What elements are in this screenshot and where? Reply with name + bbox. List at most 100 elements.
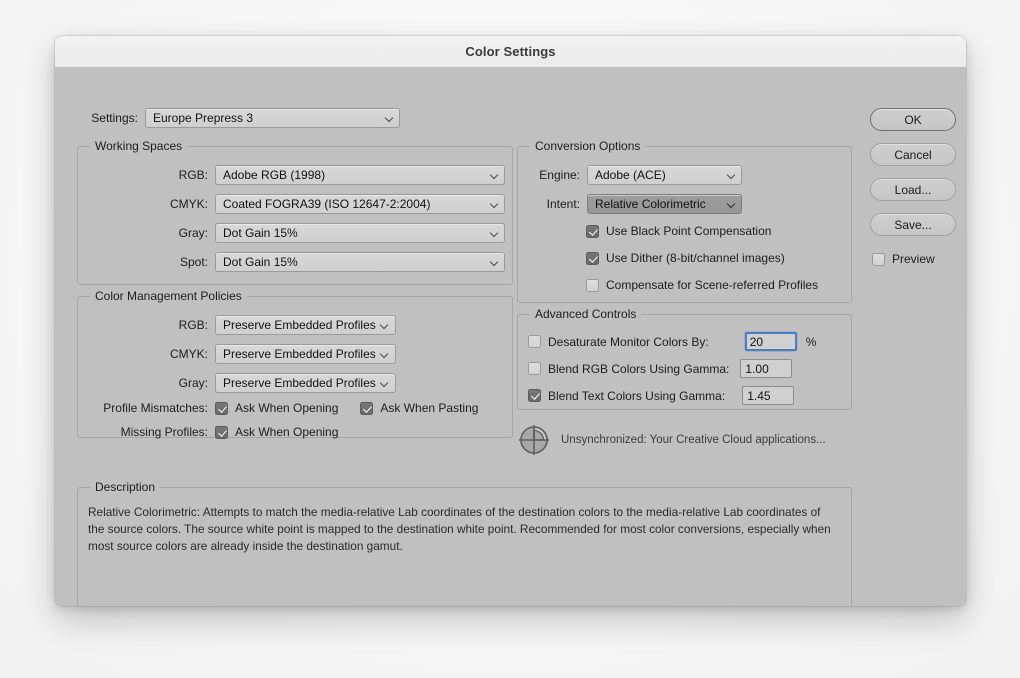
checkbox-checked-icon — [215, 402, 228, 415]
profile-mismatches-ask-opening-label: Ask When Opening — [235, 401, 338, 415]
desaturate-value-input[interactable] — [745, 332, 797, 351]
cancel-button[interactable]: Cancel — [870, 143, 956, 166]
missing-profiles-ask-opening-label: Ask When Opening — [235, 425, 338, 439]
policies-row-cmyk: CMYK: Preserve Embedded Profiles — [96, 344, 396, 364]
settings-row: Settings: Europe Prepress 3 — [82, 108, 400, 128]
profile-mismatches-row: Profile Mismatches: Ask When Opening Ask… — [96, 401, 478, 415]
window-title: Color Settings — [465, 44, 555, 59]
chevron-down-icon — [385, 114, 393, 122]
missing-profiles-label: Missing Profiles: — [96, 425, 208, 439]
desaturate-unit-label: % — [806, 335, 817, 349]
working-spaces-spot-dropdown[interactable]: Dot Gain 15% — [215, 252, 505, 272]
blend-text-gamma-input[interactable] — [742, 386, 794, 405]
load-button[interactable]: Load... — [870, 178, 956, 201]
description-title: Description — [90, 480, 160, 494]
window-titlebar[interactable]: Color Settings — [55, 36, 966, 68]
use-dither-checkbox[interactable]: Use Dither (8-bit/channel images) — [586, 251, 785, 265]
engine-value: Adobe (ACE) — [595, 168, 666, 182]
blend-text-row: Blend Text Colors Using Gamma: — [528, 386, 794, 405]
advanced-controls-title: Advanced Controls — [530, 307, 641, 321]
chevron-down-icon — [727, 171, 735, 179]
color-settings-dialog: Color Settings Settings: Europe Prepress… — [55, 36, 966, 606]
use-dither-label: Use Dither (8-bit/channel images) — [606, 251, 785, 265]
black-point-compensation-row: Use Black Point Compensation — [586, 224, 771, 238]
working-spaces-rgb-label: RGB: — [96, 168, 208, 182]
ok-button[interactable]: OK — [870, 108, 956, 131]
conversion-options-title: Conversion Options — [530, 139, 645, 153]
description-text: Relative Colorimetric: Attempts to match… — [88, 504, 836, 555]
checkbox-checked-icon — [586, 252, 599, 265]
color-sync-icon — [517, 423, 551, 457]
blend-text-gamma-checkbox[interactable]: Blend Text Colors Using Gamma: — [528, 389, 725, 403]
checkbox-checked-icon — [215, 426, 228, 439]
policies-rgb-dropdown[interactable]: Preserve Embedded Profiles — [215, 315, 396, 335]
working-spaces-cmyk-dropdown[interactable]: Coated FOGRA39 (ISO 12647-2:2004) — [215, 194, 505, 214]
policies-cmyk-label: CMYK: — [96, 347, 208, 361]
working-spaces-gray-value: Dot Gain 15% — [223, 226, 298, 240]
checkbox-checked-icon — [360, 402, 373, 415]
working-spaces-spot-value: Dot Gain 15% — [223, 255, 298, 269]
working-spaces-gray-dropdown[interactable]: Dot Gain 15% — [215, 223, 505, 243]
dialog-buttons: OK Cancel Load... Save... Preview — [870, 108, 960, 271]
sync-status-text: Unsynchronized: Your Creative Cloud appl… — [561, 434, 826, 446]
checkbox-unchecked-icon — [528, 362, 541, 375]
working-spaces-title: Working Spaces — [90, 139, 187, 153]
policies-cmyk-dropdown[interactable]: Preserve Embedded Profiles — [215, 344, 396, 364]
checkbox-unchecked-icon — [872, 253, 885, 266]
profile-mismatches-label: Profile Mismatches: — [96, 401, 208, 415]
policies-cmyk-value: Preserve Embedded Profiles — [223, 347, 376, 361]
working-spaces-rgb-dropdown[interactable]: Adobe RGB (1998) — [215, 165, 505, 185]
intent-value: Relative Colorimetric — [595, 197, 706, 211]
policies-row-gray: Gray: Preserve Embedded Profiles — [96, 373, 396, 393]
chevron-down-icon — [490, 200, 498, 208]
missing-profiles-row: Missing Profiles: Ask When Opening — [96, 425, 338, 439]
desaturate-row: Desaturate Monitor Colors By: % — [528, 332, 816, 351]
conversion-intent-row: Intent: Relative Colorimetric — [530, 194, 742, 214]
blend-rgb-gamma-input[interactable] — [740, 359, 792, 378]
blend-rgb-gamma-checkbox[interactable]: Blend RGB Colors Using Gamma: — [528, 362, 729, 376]
checkbox-checked-icon — [586, 225, 599, 238]
engine-dropdown[interactable]: Adobe (ACE) — [587, 165, 742, 185]
color-management-policies-title: Color Management Policies — [90, 289, 247, 303]
working-spaces-row-spot: Spot: Dot Gain 15% — [96, 252, 505, 272]
working-spaces-row-cmyk: CMYK: Coated FOGRA39 (ISO 12647-2:2004) — [96, 194, 505, 214]
blend-rgb-row: Blend RGB Colors Using Gamma: — [528, 359, 792, 378]
working-spaces-row-gray: Gray: Dot Gain 15% — [96, 223, 505, 243]
working-spaces-cmyk-label: CMYK: — [96, 197, 208, 211]
intent-dropdown[interactable]: Relative Colorimetric — [587, 194, 742, 214]
policies-row-rgb: RGB: Preserve Embedded Profiles — [96, 315, 396, 335]
color-management-policies-group: Color Management Policies RGB: Preserve … — [77, 296, 513, 438]
chevron-down-icon — [381, 379, 389, 387]
conversion-engine-row: Engine: Adobe (ACE) — [530, 165, 742, 185]
desaturate-monitor-colors-checkbox[interactable]: Desaturate Monitor Colors By: — [528, 335, 709, 349]
preview-checkbox[interactable]: Preview — [872, 252, 935, 266]
working-spaces-rgb-value: Adobe RGB (1998) — [223, 168, 325, 182]
profile-mismatches-ask-pasting-checkbox[interactable]: Ask When Pasting — [360, 401, 478, 415]
missing-profiles-ask-opening-checkbox[interactable]: Ask When Opening — [215, 425, 338, 439]
sync-status: Unsynchronized: Your Creative Cloud appl… — [517, 423, 862, 457]
scene-referred-checkbox[interactable]: Compensate for Scene-referred Profiles — [586, 278, 818, 292]
settings-preset-dropdown[interactable]: Europe Prepress 3 — [145, 108, 400, 128]
working-spaces-group: Working Spaces RGB: Adobe RGB (1998) CMY… — [77, 146, 513, 285]
dialog-body: Settings: Europe Prepress 3 Working Spac… — [55, 68, 966, 606]
black-point-compensation-label: Use Black Point Compensation — [606, 224, 771, 238]
profile-mismatches-ask-opening-checkbox[interactable]: Ask When Opening — [215, 401, 338, 415]
blend-text-gamma-label: Blend Text Colors Using Gamma: — [548, 389, 725, 403]
black-point-compensation-checkbox[interactable]: Use Black Point Compensation — [586, 224, 771, 238]
checkbox-checked-icon — [528, 389, 541, 402]
policies-gray-dropdown[interactable]: Preserve Embedded Profiles — [215, 373, 396, 393]
description-group: Description Relative Colorimetric: Attem… — [77, 487, 852, 606]
conversion-options-group: Conversion Options Engine: Adobe (ACE) I… — [517, 146, 852, 303]
profile-mismatches-ask-pasting-label: Ask When Pasting — [380, 401, 478, 415]
working-spaces-gray-label: Gray: — [96, 226, 208, 240]
scene-referred-row: Compensate for Scene-referred Profiles — [586, 278, 818, 292]
working-spaces-spot-label: Spot: — [96, 255, 208, 269]
working-spaces-row-rgb: RGB: Adobe RGB (1998) — [96, 165, 505, 185]
chevron-down-icon — [381, 350, 389, 358]
intent-label: Intent: — [530, 197, 580, 211]
working-spaces-cmyk-value: Coated FOGRA39 (ISO 12647-2:2004) — [223, 197, 430, 211]
chevron-down-icon — [727, 200, 735, 208]
policies-gray-value: Preserve Embedded Profiles — [223, 376, 376, 390]
save-button[interactable]: Save... — [870, 213, 956, 236]
use-dither-row: Use Dither (8-bit/channel images) — [586, 251, 785, 265]
